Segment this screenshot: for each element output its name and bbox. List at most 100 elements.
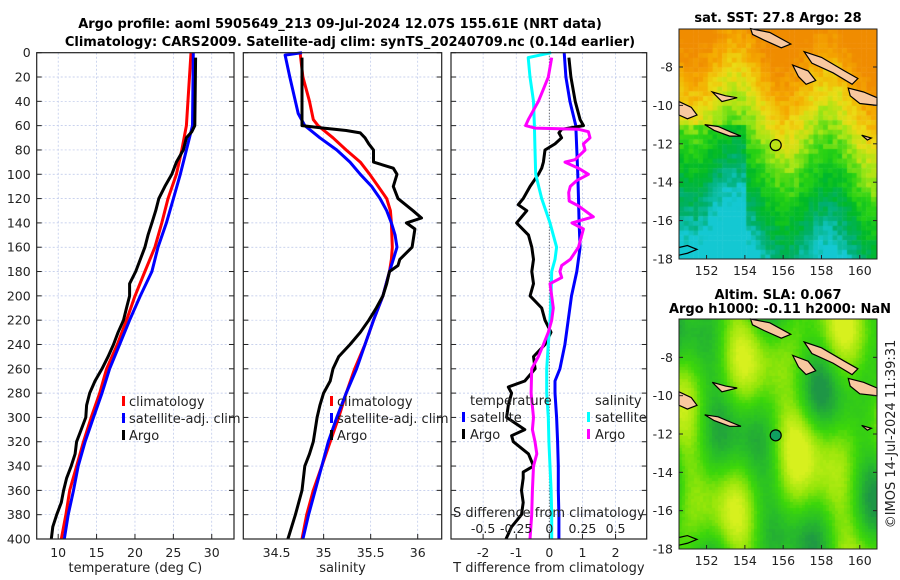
sst-map: -8 -10 -12 -14 -16 -18 152 154 156 158 160 — [653, 27, 878, 278]
y-tick-label: 340 — [7, 459, 31, 474]
x2-tick-label: 0.25 — [569, 521, 597, 536]
land-coastline — [749, 27, 793, 49]
legend-swatch — [587, 412, 590, 422]
legend-label: satellite-adj. clim — [337, 412, 449, 427]
legend-swatch — [330, 430, 333, 440]
y-tick-label: -12 — [653, 427, 673, 442]
x-tick-label: 158 — [810, 263, 834, 278]
land-coastline — [710, 90, 738, 103]
x-tick-label: 158 — [810, 553, 834, 568]
x-tick-label: 30 — [204, 545, 220, 560]
y-tick-label: -16 — [653, 503, 673, 518]
x2-tick-label: -0.5 — [471, 521, 495, 536]
y-tick-label: 320 — [7, 434, 31, 449]
legend-label: Argo — [129, 429, 159, 444]
land-coastline — [861, 134, 873, 141]
x-axis-label: T difference from climatology — [452, 561, 645, 576]
profile-panel-3: -2 -1 0 1 2T difference from climatology temp… — [450, 51, 648, 576]
x-tick-label: 20 — [127, 545, 143, 560]
y-tick-label: 60 — [15, 118, 31, 133]
x2-tick-label: -0.25 — [500, 521, 532, 536]
land-coastline — [704, 124, 742, 137]
legend-swatch — [122, 413, 125, 423]
y-tick-label: 120 — [7, 191, 31, 206]
x-tick-label: 160 — [848, 263, 872, 278]
x-tick-label: 0 — [545, 545, 553, 560]
land-coastline — [749, 318, 793, 339]
legend-swatch — [330, 413, 333, 423]
land-coastline — [678, 390, 698, 410]
y-tick-label: 280 — [7, 386, 31, 401]
y-tick-label: 300 — [7, 410, 31, 425]
y-tick-label: -8 — [661, 350, 674, 365]
profile-panel-1: 0 20 40 60 80 100 120 140 160 180 200 220 240 260 280 3… — [7, 45, 241, 576]
y-tick-label: 0 — [23, 45, 31, 60]
x-tick-label: 34.5 — [263, 545, 291, 560]
y-tick-label: -10 — [653, 98, 673, 113]
x-tick-label: 156 — [771, 263, 795, 278]
argo-location-marker — [769, 429, 782, 442]
land-coastline — [847, 87, 878, 107]
legend-label: climatology — [129, 395, 205, 410]
land-coastline — [847, 377, 878, 397]
legend-label: satellite-adj. clim — [129, 412, 241, 427]
sla-map-subtitle: Argo h1000: -0.11 h2000: NaN — [669, 302, 891, 317]
x2-tick-label: 0.5 — [606, 521, 626, 536]
x-tick-label: -2 — [477, 545, 489, 560]
land-coastline — [711, 381, 738, 393]
y-tick-label: -12 — [653, 136, 673, 151]
x-tick-label: 154 — [733, 553, 757, 568]
legend-title-temperature: temperature — [470, 394, 552, 409]
y-tick-label: 240 — [7, 337, 31, 352]
x-tick-label: -1 — [510, 545, 522, 560]
profile-panel-2: 34.5 35 35.5 36 salinity climatology satellite… — [242, 51, 449, 576]
x-tick-label: 36 — [410, 545, 426, 560]
legend-label: Argo — [337, 429, 367, 444]
y-tick-label: 160 — [7, 240, 31, 255]
coastline — [678, 244, 699, 256]
x-tick-label: 1 — [578, 545, 586, 560]
sst-map-title: sat. SST: 27.8 Argo: 28 — [694, 11, 861, 26]
y-tick-label: -14 — [653, 465, 673, 480]
land-coastline — [704, 414, 742, 427]
legend-swatch — [330, 396, 333, 406]
x-tick-label: 2 — [612, 545, 620, 560]
x-tick-label: 152 — [695, 553, 719, 568]
legend-swatch — [462, 412, 465, 422]
y-tick-label: 380 — [7, 507, 31, 522]
land-coastline — [861, 424, 873, 431]
y-tick-label: -16 — [653, 213, 673, 228]
sla-map: -8 -10 -12 -14 -16 -18 152 154 156 158 160 — [653, 318, 878, 568]
x-tick-label: 156 — [771, 553, 795, 568]
legend-title-salinity: salinity — [595, 394, 642, 409]
x-tick-label: 35.5 — [357, 545, 385, 560]
y-tick-label: -14 — [653, 175, 673, 190]
figure-title-line2: Climatology: CARS2009. Satellite-adj cli… — [65, 35, 635, 50]
legend-label: satellite — [470, 411, 522, 426]
y-tick-label: 80 — [15, 142, 31, 157]
x-axis-label: salinity — [319, 561, 366, 576]
legend-label: satellite — [595, 411, 647, 426]
x2-axis-label: S difference from climatology — [453, 506, 645, 521]
x-tick-label: 160 — [848, 553, 872, 568]
y-tick-label: 180 — [7, 264, 31, 279]
argo-location-marker — [769, 139, 782, 152]
x2-tick-label: 0 — [545, 521, 553, 536]
y-tick-label: -18 — [653, 252, 673, 267]
y-tick-label: 200 — [7, 288, 31, 303]
y-tick-label: 140 — [7, 215, 31, 230]
y-tick-label: 220 — [7, 313, 31, 328]
series-line-argo — [49, 57, 198, 540]
y-tick-label: 360 — [7, 483, 31, 498]
coastline — [678, 534, 699, 546]
land-coastline — [678, 100, 698, 120]
y-tick-label: 400 — [7, 532, 31, 547]
y-tick-label: 20 — [15, 70, 31, 85]
figure-title-line1: Argo profile: aoml 5905649_213 09-Jul-20… — [78, 17, 602, 32]
x-tick-label: 15 — [89, 545, 105, 560]
x-tick-label: 25 — [165, 545, 181, 560]
x-tick-label: 35 — [316, 545, 332, 560]
land-coastline — [791, 354, 817, 376]
y-tick-label: 100 — [7, 167, 31, 182]
legend-swatch — [122, 396, 125, 406]
